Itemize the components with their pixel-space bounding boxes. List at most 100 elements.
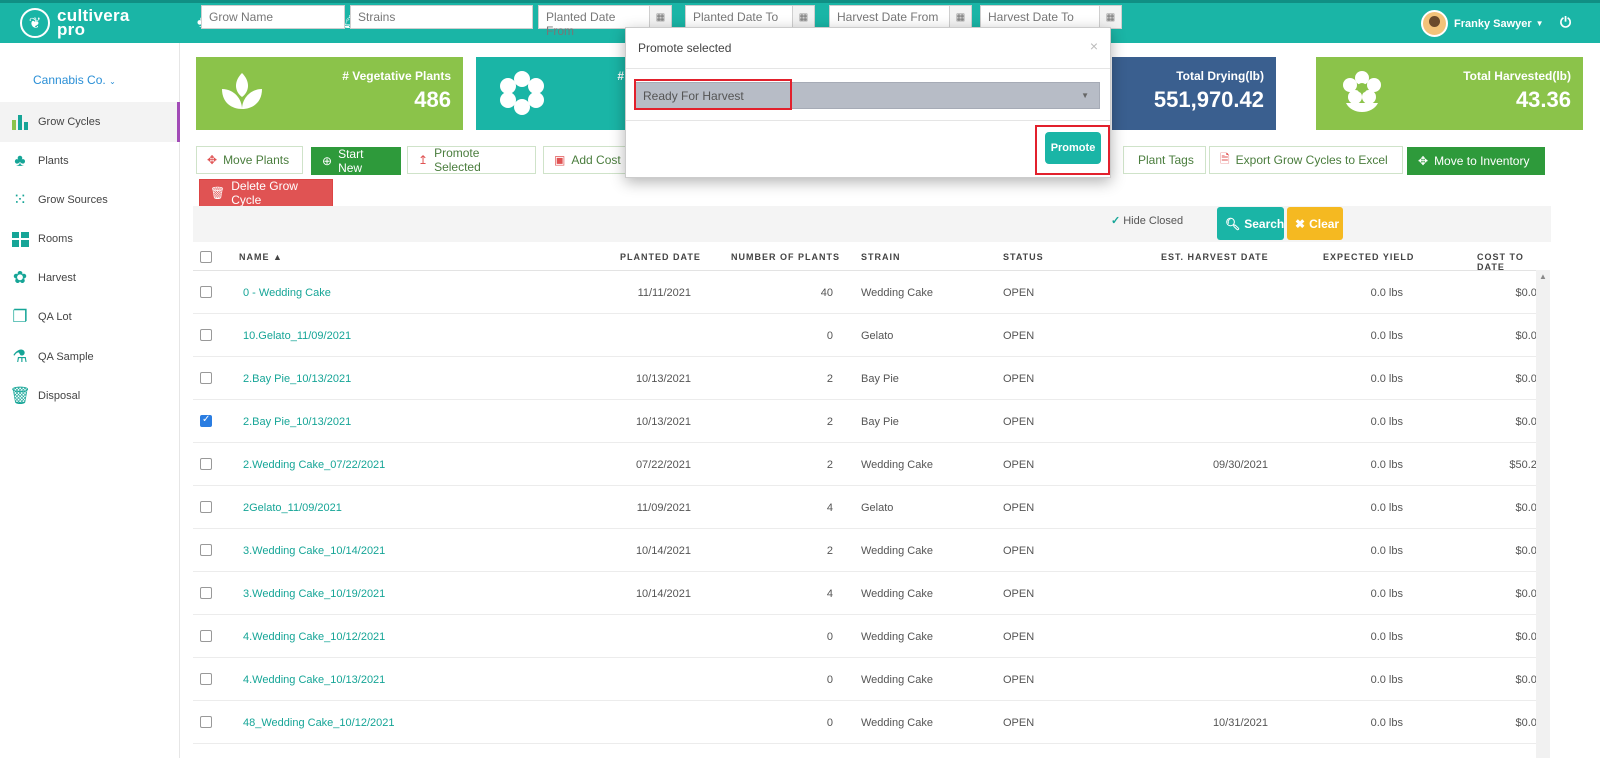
cell-planted-date: 07/22/2021 — [635, 459, 691, 471]
cell-strain: Wedding Cake — [861, 717, 933, 729]
row-checkbox[interactable] — [200, 673, 212, 685]
row-checkbox[interactable] — [200, 587, 212, 599]
cell-expected-yield: 0.0 lbs — [1370, 287, 1403, 299]
cell-name[interactable]: 2.Bay Pie_10/13/2021 — [243, 373, 351, 385]
cell-planted-date: 11/11/2021 — [637, 287, 691, 299]
check-icon: ✓ — [1111, 215, 1121, 227]
cell-cost-to-date: $0.00 — [1515, 330, 1543, 342]
add-cost-button[interactable]: ▣ Add Cost — [543, 146, 636, 174]
export-excel-button[interactable]: 🗎 Export Grow Cycles to Excel — [1209, 146, 1403, 174]
clear-button[interactable]: ✖ Clear — [1287, 207, 1343, 240]
calendar-icon[interactable]: ▦ — [793, 5, 815, 29]
cell-expected-yield: 0.0 lbs — [1370, 545, 1403, 557]
calendar-icon[interactable]: ▦ — [1100, 5, 1122, 29]
cell-name[interactable]: 3.Wedding Cake_10/14/2021 — [243, 545, 385, 557]
col-strain[interactable]: STRAIN — [861, 252, 901, 262]
row-checkbox[interactable] — [200, 414, 212, 427]
cell-status: OPEN — [1003, 459, 1035, 471]
row-checkbox[interactable] — [200, 716, 212, 728]
table-scrollbar[interactable]: ▲ — [1536, 270, 1550, 758]
col-est-harvest-date[interactable]: EST. HARVEST DATE — [1161, 252, 1269, 262]
search-button[interactable]: 🔍︎ Search — [1217, 207, 1284, 240]
move-plants-button[interactable]: ✥ Move Plants — [196, 146, 303, 174]
cell-name[interactable]: 4.Wedding Cake_10/13/2021 — [243, 674, 385, 686]
company-selector[interactable]: Cannabis Co. ⌄ — [33, 73, 116, 87]
sidebar-item-plants[interactable]: ♣ Plants — [0, 141, 180, 181]
promote-selected-modal: Promote selected × Ready For Harvest ▼ P… — [625, 27, 1111, 178]
cultivera-logo[interactable]: ❦ cultivera pro — [20, 7, 130, 38]
cell-name[interactable]: 2.Bay Pie_10/13/2021 — [243, 416, 351, 428]
modal-divider — [626, 120, 1110, 121]
cell-number-of-plants: 2 — [826, 373, 833, 385]
cell-cost-to-date: $0.00 — [1515, 416, 1543, 428]
table-row[interactable]: 4.Wedding Cake_10/12/2021 0 Wedding Cake OP… — [193, 615, 1543, 658]
row-checkbox[interactable] — [200, 329, 212, 341]
chevron-down-icon: ⌄ — [109, 77, 116, 86]
plant-tags-button[interactable]: Plant Tags — [1123, 146, 1206, 174]
power-icon[interactable]: ⏻ — [1560, 14, 1571, 31]
sidebar-item-grow-sources[interactable]: ⁙ Grow Sources — [0, 180, 180, 220]
promote-selected-button[interactable]: ↥ Promote Selected — [407, 146, 536, 174]
move-to-inventory-button[interactable]: ✥ Move to Inventory — [1407, 147, 1545, 175]
col-name[interactable]: NAME ▲ — [239, 252, 283, 262]
cell-number-of-plants: 0 — [826, 717, 833, 729]
grow-name-input[interactable]: Grow Name — [201, 5, 345, 29]
table-row[interactable]: 2.Bay Pie_10/13/2021 10/13/2021 2 Bay Pie OP… — [193, 400, 1543, 443]
planted-date-from-input[interactable]: Planted Date From — [538, 5, 650, 38]
cell-cost-to-date: $50.20 — [1509, 459, 1543, 471]
row-checkbox[interactable] — [200, 630, 212, 642]
col-cost-to-date[interactable]: COST TO DATE — [1477, 252, 1536, 272]
table-row[interactable]: 2.Bay Pie_10/13/2021 10/13/2021 2 Bay Pie OP… — [193, 357, 1543, 400]
close-icon[interactable]: × — [1090, 38, 1098, 54]
delete-grow-cycle-button[interactable]: 🗑︎ Delete Grow Cycle — [199, 179, 333, 207]
row-checkbox[interactable] — [200, 501, 212, 513]
col-planted-date[interactable]: PLANTED DATE — [620, 252, 701, 262]
cell-expected-yield: 0.0 lbs — [1370, 416, 1403, 428]
sidebar-item-rooms[interactable]: Rooms — [0, 219, 180, 259]
table-row[interactable]: 10.Gelato_11/09/2021 0 Gelato OPEN 0.0 lbs $0… — [193, 314, 1543, 357]
table-row[interactable]: 4.Wedding Cake_10/13/2021 0 Wedding Cake OP… — [193, 658, 1543, 701]
calendar-icon[interactable]: ▦ — [650, 5, 672, 29]
table-row[interactable]: 2Gelato_11/09/2021 11/09/2021 4 Gelato OPEN 0… — [193, 486, 1543, 529]
strains-input[interactable]: Strains — [350, 5, 533, 29]
sidebar-item-qa-lot[interactable]: ❐ QA Lot — [0, 297, 180, 337]
cell-name[interactable]: 48_Wedding Cake_10/12/2021 — [243, 717, 394, 729]
cell-name[interactable]: 4.Wedding Cake_10/12/2021 — [243, 631, 385, 643]
row-checkbox[interactable] — [200, 544, 212, 556]
select-all-checkbox[interactable] — [200, 251, 212, 263]
sidebar-item-disposal[interactable]: 🗑︎ Disposal — [0, 376, 180, 416]
cell-cost-to-date: $0.00 — [1515, 674, 1543, 686]
harvest-date-from-input[interactable]: Harvest Date From — [829, 5, 950, 29]
row-checkbox[interactable] — [200, 458, 212, 470]
sidebar-item-qa-sample[interactable]: ⚗ QA Sample — [0, 337, 180, 377]
planted-date-to-input[interactable]: Planted Date To — [685, 5, 793, 29]
cell-number-of-plants: 4 — [826, 502, 833, 514]
hide-closed-toggle[interactable]: ✓ Hide Closed — [1111, 214, 1183, 228]
cell-planted-date: 11/09/2021 — [636, 502, 691, 514]
start-new-button[interactable]: ⊕ Start New — [311, 147, 401, 175]
cell-name[interactable]: 10.Gelato_11/09/2021 — [243, 330, 351, 342]
cell-strain: Wedding Cake — [861, 287, 933, 299]
cell-name[interactable]: 0 - Wedding Cake — [243, 287, 331, 299]
card-title: Total Drying(lb) — [1176, 69, 1264, 83]
col-expected-yield[interactable]: EXPECTED YIELD — [1323, 252, 1414, 262]
cell-name[interactable]: 3.Wedding Cake_10/19/2021 — [243, 588, 385, 600]
sidebar-item-harvest[interactable]: ✿ Harvest — [0, 258, 180, 298]
row-checkbox[interactable] — [200, 286, 212, 298]
calendar-icon[interactable]: ▦ — [950, 5, 972, 29]
cell-status: OPEN — [1003, 373, 1035, 385]
cell-name[interactable]: 2Gelato_11/09/2021 — [243, 502, 342, 514]
table-row[interactable]: 3.Wedding Cake_10/19/2021 10/14/2021 4 Wedd… — [193, 572, 1543, 615]
sidebar-item-grow-cycles[interactable]: Grow Cycles — [0, 102, 180, 142]
table-row[interactable]: 3.Wedding Cake_10/14/2021 10/14/2021 2 Wedd… — [193, 529, 1543, 572]
harvest-date-to-input[interactable]: Harvest Date To — [980, 5, 1100, 29]
table-row[interactable]: 48_Wedding Cake_10/12/2021 0 Wedding Cake O… — [193, 701, 1543, 744]
col-number-of-plants[interactable]: NUMBER OF PLANTS — [731, 252, 840, 262]
table-row[interactable]: 0 - Wedding Cake 11/11/2021 40 Wedding Cake… — [193, 271, 1543, 314]
col-status[interactable]: STATUS — [1003, 252, 1044, 262]
user-menu[interactable]: Franky Sawyer ▼ — [1421, 10, 1544, 37]
row-checkbox[interactable] — [200, 372, 212, 384]
cell-est-harvest-date: 10/31/2021 — [1212, 717, 1268, 729]
table-row[interactable]: 2.Wedding Cake_07/22/2021 07/22/2021 2 Wedd… — [193, 443, 1543, 486]
cell-name[interactable]: 2.Wedding Cake_07/22/2021 — [243, 459, 385, 471]
